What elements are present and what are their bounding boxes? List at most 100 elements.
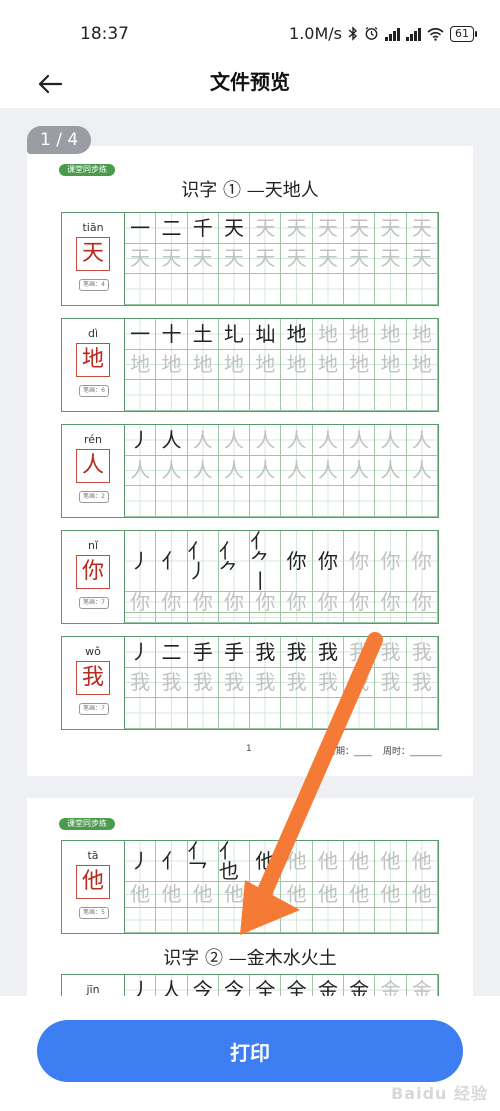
page-number: 1 xyxy=(246,744,252,754)
pinyin: nǐ xyxy=(87,539,99,552)
practice-row-partial: jīn 丿人今今全全金金金金金金金金金金金金金金 xyxy=(61,974,439,996)
empty-cell xyxy=(187,486,219,517)
empty-cell xyxy=(375,907,407,933)
trace-cell: 地 xyxy=(312,349,345,381)
stroke-order-cell: 我 xyxy=(281,637,313,668)
trace-cell: 天 xyxy=(187,243,219,275)
preview-page-2[interactable]: 课堂同步练 tā 他笔画：5 丿亻亻乛 亻也他他他他他他他他他他他他他他他他 识字 ②… xyxy=(27,798,473,996)
empty-cell xyxy=(281,274,313,305)
empty-cell xyxy=(375,274,407,305)
stroke-order-cell: 二 xyxy=(156,213,188,244)
stroke-order-cell: 人 xyxy=(156,425,188,456)
stroke-order-cell: 今 xyxy=(187,975,219,996)
stroke-glyph: 土 xyxy=(192,321,213,346)
empty-cell xyxy=(250,907,282,933)
stroke-order-cell: 全 xyxy=(250,975,282,996)
stroke-glyph: 丿 xyxy=(130,549,151,573)
trace-cell: 地 xyxy=(218,349,251,381)
trace-cell: 他 xyxy=(375,882,407,908)
stroke-glyph: 圠 xyxy=(224,321,245,346)
stroke-glyph: 手 xyxy=(192,639,213,664)
pinyin: jīn xyxy=(86,983,100,996)
model-character: 我 xyxy=(76,661,110,695)
empty-cell xyxy=(156,380,188,411)
trace-cell: 人 xyxy=(218,425,251,456)
trace-cell: 天 xyxy=(312,243,345,275)
trace-cell: 我 xyxy=(156,667,188,699)
empty-cell xyxy=(312,274,345,305)
stroke-glyph: 我 xyxy=(317,639,338,664)
stroke-glyph: 亻也 xyxy=(218,839,239,883)
trace-cell: 金 xyxy=(375,975,407,996)
trace-cell: 你 xyxy=(156,592,188,613)
hd-signal-icon-2 xyxy=(406,27,421,41)
section-title: 识字 ② —金木水火土 xyxy=(163,948,337,969)
trace-cell: 你 xyxy=(312,592,345,613)
empty-cell xyxy=(281,613,313,623)
trace-cell: 天 xyxy=(406,243,438,275)
trace-cell: 他 xyxy=(312,882,345,908)
print-button[interactable]: 打印 xyxy=(37,1020,463,1082)
stroke-order-cell: 金 xyxy=(344,975,376,996)
trace-cell: 地 xyxy=(312,319,345,350)
trace-cell: 他 xyxy=(281,882,313,908)
pinyin: tā xyxy=(87,849,99,862)
stroke-order-cell: 圸 xyxy=(250,319,282,350)
stroke-order-cell: 十 xyxy=(156,319,188,350)
trace-cell: 天 xyxy=(250,213,282,244)
model-character: 人 xyxy=(76,449,110,483)
empty-cell xyxy=(156,613,188,623)
stroke-glyph: 你 xyxy=(286,549,307,573)
trace-cell: 人 xyxy=(406,425,438,456)
trace-cell: 我 xyxy=(375,637,407,668)
pinyin: rén xyxy=(83,433,103,446)
stroke-glyph: 亻⺈ xyxy=(218,539,239,583)
trace-cell: 他 xyxy=(250,882,282,908)
empty-cell xyxy=(218,380,251,411)
trace-cell: 他 xyxy=(218,882,251,908)
empty-cell xyxy=(312,907,345,933)
empty-cell xyxy=(281,698,313,729)
trace-cell: 人 xyxy=(406,455,438,487)
empty-cell xyxy=(218,698,251,729)
stroke-order-cell: 一 xyxy=(125,319,157,350)
stroke-order-cell: 一 xyxy=(125,213,157,244)
empty-cell xyxy=(312,486,345,517)
empty-cell xyxy=(156,274,188,305)
status-bar: 18:37 1.0M/s 61 xyxy=(0,0,500,62)
app-header: 文件预览 xyxy=(0,62,500,108)
stroke-glyph: 你 xyxy=(317,549,338,573)
stroke-glyph: 圸 xyxy=(255,321,276,346)
trace-cell: 人 xyxy=(125,455,157,487)
empty-cell xyxy=(281,380,313,411)
trace-cell: 他 xyxy=(312,841,345,882)
trace-cell: 他 xyxy=(156,882,188,908)
trace-cell: 人 xyxy=(187,425,219,456)
trace-cell: 他 xyxy=(375,841,407,882)
stroke-glyph: 全 xyxy=(286,977,307,996)
empty-cell xyxy=(125,907,157,933)
pinyin: dì xyxy=(87,327,99,340)
preview-page-1[interactable]: 课堂同步练 识字 ① —天地人 tiān 天笔画：4 一二千天天天天天天天天天天天天… xyxy=(27,146,473,776)
stroke-glyph: 地 xyxy=(286,321,307,346)
stroke-order-cell: 亻乛 xyxy=(187,841,219,882)
empty-cell xyxy=(187,613,219,623)
empty-cell xyxy=(250,698,282,729)
trace-cell: 地 xyxy=(125,349,157,381)
writing-grid: 丿亻亻乛 亻也他他他他他他他他他他他他他他他他 xyxy=(125,841,438,933)
preview-area[interactable]: 1 / 4 课堂同步练 识字 ① —天地人 tiān 天笔画：4 一二千天天天天天天… xyxy=(0,108,500,996)
stroke-glyph: 一 xyxy=(130,321,151,346)
stroke-count: 笔画：5 xyxy=(79,907,109,919)
empty-cell xyxy=(187,274,219,305)
stroke-glyph: 丿 xyxy=(130,639,151,664)
trace-cell: 人 xyxy=(344,425,376,456)
stroke-glyph: 人 xyxy=(161,427,182,452)
trace-cell: 你 xyxy=(125,592,157,613)
stroke-order-cell: 亻 xyxy=(156,841,188,882)
empty-cell xyxy=(375,486,407,517)
empty-cell xyxy=(344,274,376,305)
empty-cell xyxy=(156,486,188,517)
empty-cell xyxy=(281,907,313,933)
stroke-glyph: 二 xyxy=(161,639,182,664)
trace-cell: 地 xyxy=(375,319,407,350)
